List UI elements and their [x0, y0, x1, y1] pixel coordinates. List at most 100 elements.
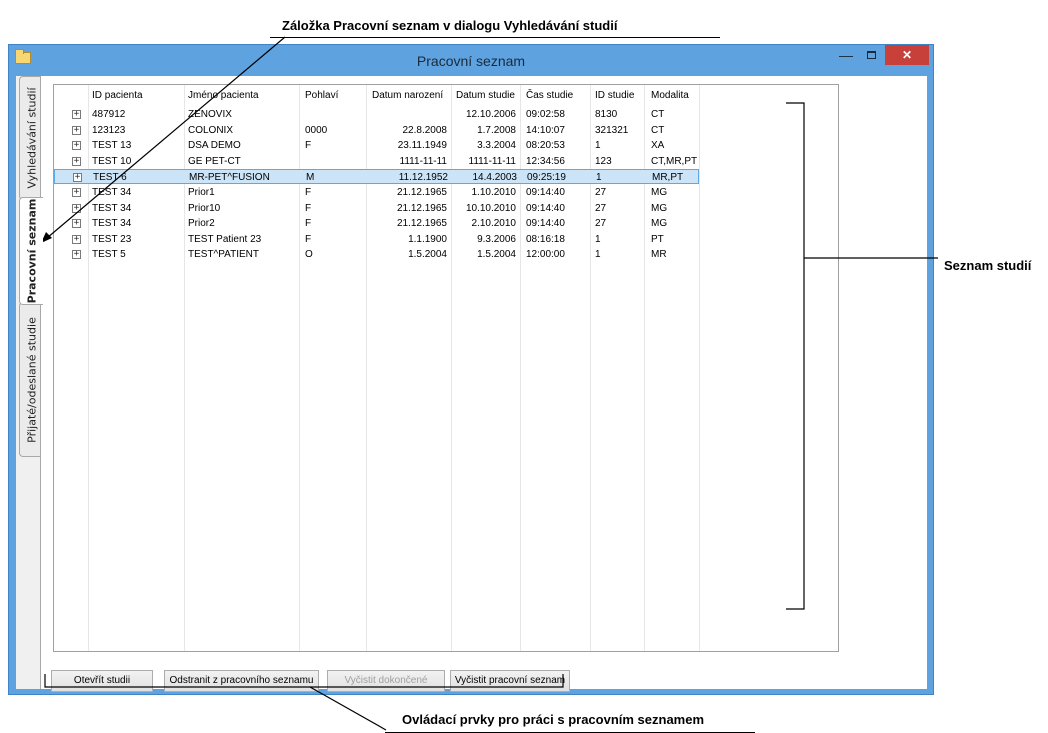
cell-patient-id: 123123 [92, 124, 126, 136]
cell-study-date: 12.10.2006 [465, 109, 516, 120]
cell-patient-id: TEST 23 [92, 233, 132, 245]
cell-patient-id: 487912 [92, 109, 126, 120]
cell-birth-date: 22.8.2008 [402, 124, 448, 136]
cell-sex: F [305, 218, 312, 230]
title-bar[interactable]: Pracovní seznam — ✕ [9, 45, 933, 76]
tab-received-sent-label: Přijaté/odeslané studie [25, 316, 38, 443]
cell-birth-date: 1111-11-11 [399, 155, 447, 167]
annotation-controls-label: Ovládací prvky pro práci s pracovním sez… [402, 712, 705, 727]
open-study-button[interactable]: Otevřít studii [51, 670, 153, 692]
tab-study-search-label: Vyhledávání studií [25, 87, 38, 189]
cell-study-time: 12:34:56 [526, 155, 565, 167]
cell-sex: F [305, 233, 312, 245]
cell-birth-date: 1.5.2004 [408, 249, 447, 261]
column-header-patient-name[interactable]: Jméno pacienta [188, 90, 259, 101]
cell-study-date: 1111-11-11 [468, 155, 516, 167]
expand-icon[interactable]: + [72, 188, 81, 197]
table-row[interactable]: + TEST 6 MR-PET^FUSION M 11.12.1952 14.4.2003… [54, 169, 699, 185]
expand-icon[interactable]: + [72, 141, 81, 151]
cell-study-id: 1 [595, 233, 601, 245]
cell-study-date: 2.10.2010 [471, 218, 517, 230]
column-header-study-date[interactable]: Datum studie [456, 90, 515, 101]
column-header-birth-date[interactable]: Datum narození [372, 90, 443, 101]
annotation-tab-underline [270, 37, 720, 38]
table-row[interactable]: + TEST 10 GE PET-CT 1111-11-11 1111-11-11 12:… [54, 154, 699, 169]
cell-modality: PT [651, 233, 664, 245]
cell-patient-id: TEST 5 [92, 249, 126, 261]
cell-modality: CT [651, 109, 665, 120]
cell-study-time: 09:14:40 [526, 187, 565, 198]
table-row[interactable]: + TEST 34 Prior10 F 21.12.1965 10.10.2010 09:1… [54, 201, 699, 216]
worklist-window: Pracovní seznam — ✕ Vyhledávání studií P… [8, 44, 934, 695]
expand-icon[interactable]: + [72, 110, 81, 119]
cell-sex: F [305, 187, 312, 198]
expand-icon[interactable]: + [72, 219, 81, 229]
cell-patient-id: TEST 10 [92, 155, 132, 167]
cell-patient-name: ZENOVIX [188, 109, 232, 120]
cell-study-time: 09:25:19 [527, 172, 566, 184]
expand-icon[interactable]: + [73, 173, 82, 183]
worklist-panel: ID pacienta Jméno pacienta Pohlaví Datum… [40, 76, 927, 692]
cell-birth-date: 1.1.1900 [408, 233, 447, 245]
clear-worklist-button[interactable]: Vyčistit pracovní seznam [450, 670, 570, 692]
table-row[interactable]: +487912 ZENOVIX 12.10.2006 09:02:58 8130 CT [54, 107, 699, 122]
minimize-button[interactable]: — [835, 45, 857, 65]
cell-study-time: 08:20:53 [526, 140, 565, 152]
cell-study-date: 3.3.2004 [477, 140, 516, 152]
cell-sex: O [305, 249, 313, 261]
cell-birth-date: 21.12.1965 [396, 187, 447, 198]
table-row[interactable]: + TEST 13 DSA DEMO F 23.11.1949 3.3.2004 08:20… [54, 138, 699, 153]
cell-patient-id: TEST 6 [93, 172, 127, 184]
remove-from-worklist-button[interactable]: Odstranit z pracovního seznamu [164, 670, 319, 692]
tab-worklist[interactable]: Pracovní seznam [19, 197, 43, 305]
cell-modality: MG [651, 218, 668, 230]
expand-icon[interactable]: + [72, 125, 81, 135]
clear-completed-button[interactable]: Vyčistit dokončené [327, 670, 445, 692]
cell-birth-date: 21.12.1965 [396, 218, 447, 230]
cell-modality: CT,MR,PT [651, 155, 698, 167]
table-row[interactable]: + TEST 34 Prior2 F 21.12.1965 2.10.2010 09:14:… [54, 216, 699, 231]
cell-patient-name: MR-PET^FUSION [189, 172, 270, 184]
column-header-sex[interactable]: Pohlaví [305, 90, 338, 101]
cell-modality: MG [651, 187, 668, 198]
table-row[interactable]: + TEST 5 TEST^PATIENT O 1.5.2004 1.5.2004 12:0… [54, 247, 699, 262]
cell-birth-date: 21.12.1965 [396, 202, 447, 214]
cell-study-time: 09:14:40 [526, 218, 565, 230]
cell-study-time: 09:02:58 [526, 109, 565, 120]
cell-birth-date: 23.11.1949 [397, 140, 447, 152]
cell-study-id: 1 [595, 249, 601, 261]
table-row[interactable]: +123123 COLONIX 0000 22.8.2008 1.7.2008 14:10… [54, 123, 699, 138]
annotation-list-label: Seznam studií [944, 258, 1032, 273]
cell-sex: F [305, 202, 312, 214]
cell-modality: XA [651, 140, 665, 152]
table-row[interactable]: + TEST 34 Prior1 F 21.12.1965 1.10.2010 09:14:… [54, 185, 699, 200]
column-header-patient-id[interactable]: ID pacienta [92, 90, 143, 101]
cell-study-id: 1 [595, 140, 601, 152]
cell-sex: M [306, 172, 315, 184]
column-header-study-time[interactable]: Čas studie [526, 90, 573, 101]
cell-patient-name: COLONIX [188, 124, 234, 136]
cell-study-date: 14.4.2003 [472, 172, 518, 184]
cell-patient-name: Prior10 [188, 202, 221, 214]
expand-icon[interactable]: + [72, 250, 81, 260]
cell-patient-name: Prior1 [188, 187, 215, 198]
expand-icon[interactable]: + [72, 203, 81, 213]
close-button[interactable]: ✕ [885, 45, 929, 65]
maximize-button[interactable] [860, 45, 882, 65]
cell-study-date: 10.10.2010 [465, 202, 516, 214]
cell-study-date: 9.3.2006 [477, 233, 516, 245]
expand-icon[interactable]: + [72, 156, 81, 166]
maximize-icon [866, 51, 876, 59]
column-header-modality[interactable]: Modalita [651, 90, 689, 101]
cell-study-id: 123 [595, 155, 612, 167]
cell-study-id: 321321 [595, 124, 629, 136]
column-header-study-id[interactable]: ID studie [595, 90, 634, 101]
cell-study-date: 1.10.2010 [471, 187, 517, 198]
table-row[interactable]: + TEST 23 TEST Patient 23 F 1.1.1900 9.3.2006… [54, 232, 699, 247]
cell-patient-name: Prior2 [188, 218, 215, 230]
cell-study-time: 08:16:18 [526, 233, 565, 245]
expand-icon[interactable]: + [72, 234, 81, 244]
study-list[interactable]: ID pacienta Jméno pacienta Pohlaví Datum… [53, 84, 839, 652]
cell-patient-id: TEST 13 [92, 140, 132, 152]
cell-sex: 0000 [305, 124, 328, 136]
